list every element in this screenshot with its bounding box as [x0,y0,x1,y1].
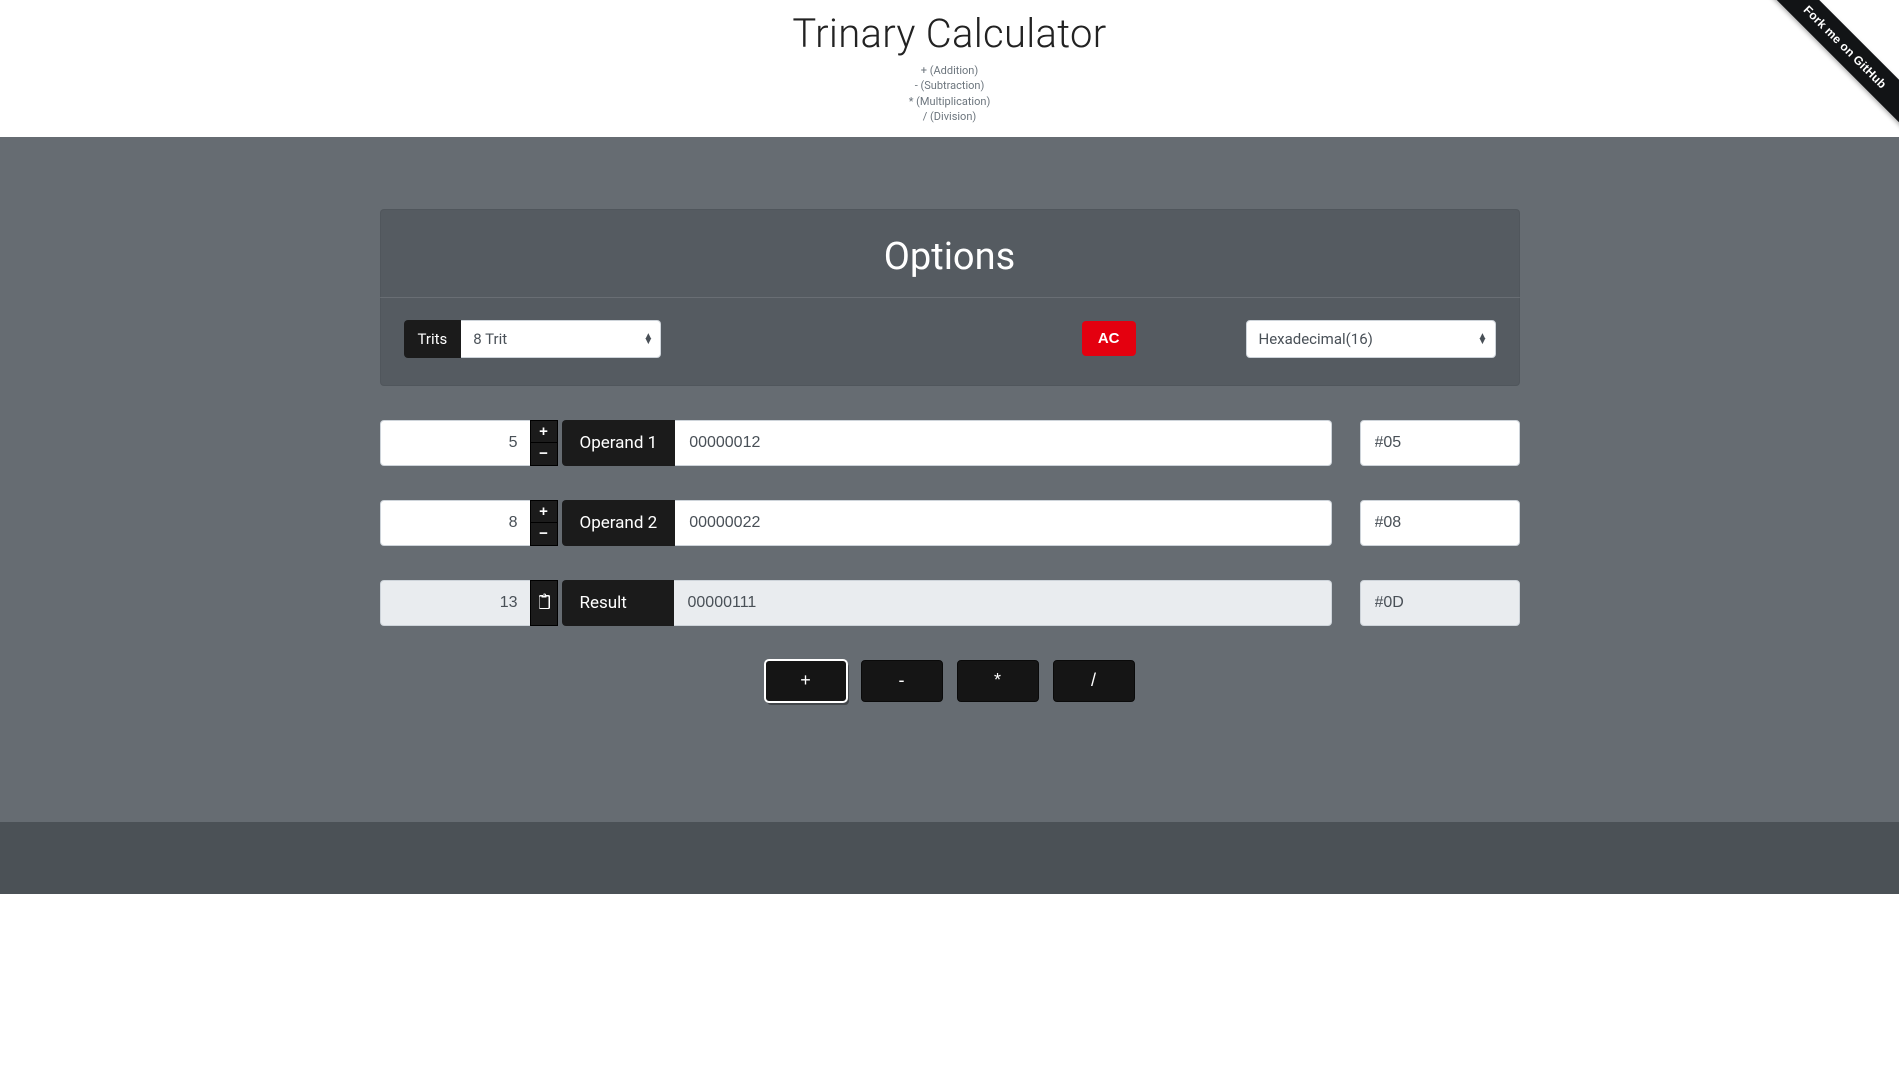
divider [380,297,1520,298]
operand1-decimal-input[interactable] [380,420,530,466]
result-decimal-output [380,580,530,626]
trits-select[interactable]: 8 Trit ▲▼ [461,320,661,358]
operation-hints: + (Addition) - (Subtraction) * (Multipli… [0,63,1899,125]
main-area: Options Trits 8 Trit ▲▼ AC Hexadecimal(1… [0,137,1899,822]
options-title: Options [404,227,1496,297]
trits-group: Trits 8 Trit ▲▼ [404,320,662,358]
result-row: Result [380,580,1520,626]
add-button[interactable]: + [765,660,847,702]
hint-div: / (Division) [0,109,1899,124]
base-select[interactable]: Hexadecimal(16) ▲▼ [1246,320,1496,358]
page-footer [0,822,1899,894]
copy-result-button[interactable] [530,580,558,626]
operand2-label: Operand 2 [562,500,676,546]
options-panel: Options Trits 8 Trit ▲▼ AC Hexadecimal(1… [380,209,1520,386]
hint-add: + (Addition) [0,63,1899,78]
page-title: Trinary Calculator [0,10,1899,57]
operand2-sign-minus-button[interactable]: − [530,522,558,546]
result-hex-output [1360,580,1520,626]
operand1-row: + − Operand 1 [380,420,1520,466]
trits-select-value: 8 Trit [461,330,636,348]
trits-label: Trits [404,320,462,358]
operand2-decimal-input[interactable] [380,500,530,546]
base-select-value: Hexadecimal(16) [1247,330,1471,348]
clipboard-icon [537,593,551,612]
operation-buttons: + - * / [380,660,1520,702]
all-clear-button[interactable]: AC [1082,321,1136,356]
operand1-sign-minus-button[interactable]: − [530,442,558,466]
result-trinary-output [674,580,1332,626]
operand2-trinary-input[interactable] [675,500,1331,546]
operand1-label: Operand 1 [562,420,676,466]
multiply-button[interactable]: * [957,660,1039,702]
operand1-trinary-input[interactable] [675,420,1331,466]
chevron-updown-icon: ▲▼ [636,334,660,344]
hint-sub: - (Subtraction) [0,78,1899,93]
subtract-button[interactable]: - [861,660,943,702]
operand2-sign-plus-button[interactable]: + [530,500,558,523]
operand1-sign-plus-button[interactable]: + [530,420,558,443]
hint-mul: * (Multiplication) [0,94,1899,109]
chevron-updown-icon: ▲▼ [1471,334,1495,344]
result-label: Result [562,580,674,626]
operand2-hex-input[interactable] [1360,500,1520,546]
operand2-row: + − Operand 2 [380,500,1520,546]
divide-button[interactable]: / [1053,660,1135,702]
operand1-hex-input[interactable] [1360,420,1520,466]
page-header: Trinary Calculator + (Addition) - (Subtr… [0,0,1899,137]
